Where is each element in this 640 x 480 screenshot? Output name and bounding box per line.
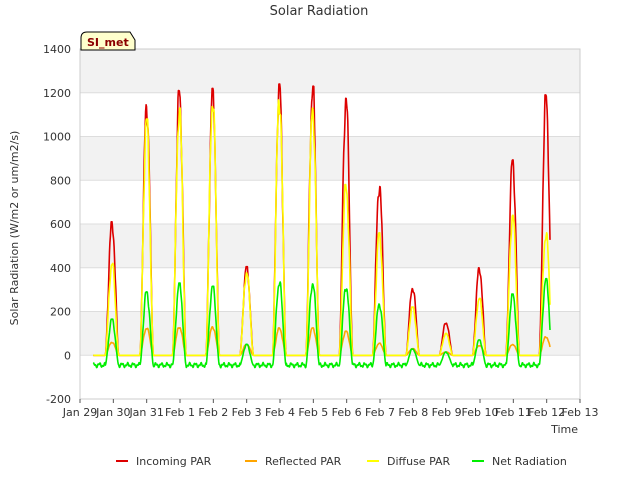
- station-badge: SI_met: [80, 31, 136, 51]
- y-tick-label: 0: [64, 349, 71, 362]
- legend-item: Net Radiation: [472, 455, 567, 468]
- legend-label: Incoming PAR: [136, 455, 212, 468]
- legend-label: Net Radiation: [492, 455, 567, 468]
- legend-label: Reflected PAR: [265, 455, 342, 468]
- solar-radiation-chart: -2000200400600800100012001400 Jan 29Jan …: [8, 4, 599, 468]
- x-tick-label: Feb 5: [298, 406, 328, 419]
- x-tick-label: Feb 11: [495, 406, 532, 419]
- x-tick-label: Feb 13: [562, 406, 599, 419]
- x-tick-label: Feb 9: [432, 406, 462, 419]
- y-axis-label: Solar Radiation (W/m2 or um/m2/s): [8, 131, 21, 326]
- x-tick-label: Feb 12: [528, 406, 565, 419]
- legend-item: Diffuse PAR: [367, 455, 451, 468]
- y-tick-label: 1000: [43, 131, 71, 144]
- plot-band: [80, 49, 580, 93]
- plot-band: [80, 136, 580, 181]
- legend: Incoming PAR Reflected PAR Diffuse PAR Net …: [116, 455, 567, 468]
- x-tick-label: Feb 10: [462, 406, 499, 419]
- x-tick-label: Feb 8: [398, 406, 428, 419]
- x-tick-label: Jan 30: [95, 406, 130, 419]
- legend-label: Diffuse PAR: [387, 455, 451, 468]
- legend-item: Reflected PAR: [245, 455, 342, 468]
- chart-title: Solar Radiation: [270, 4, 369, 19]
- x-tick-label: Feb 2: [198, 406, 228, 419]
- legend-item: Incoming PAR: [116, 455, 212, 468]
- y-tick-label: -200: [46, 393, 71, 406]
- x-tick-label: Feb 1: [165, 406, 195, 419]
- y-tick-label: 400: [50, 262, 71, 275]
- y-axis-ticks: -200 0 200 400 600 800 1000 1200 1400: [43, 43, 71, 406]
- station-badge-label: SI_met: [87, 36, 129, 49]
- y-tick-label: 800: [50, 174, 71, 187]
- y-tick-label: 600: [50, 218, 71, 231]
- plot-band: [80, 224, 580, 268]
- plot-band: [80, 311, 580, 356]
- y-tick-label: 200: [50, 306, 71, 319]
- x-axis-label: Time: [550, 423, 578, 436]
- y-tick-label: 1400: [43, 43, 71, 56]
- plot-bands: [80, 49, 580, 356]
- x-axis-ticks: Jan 29Jan 30Jan 31 Feb 1 Feb 2 Feb 3 Feb 4 Fe…: [62, 399, 599, 419]
- x-tick-label: Jan 31: [128, 406, 163, 419]
- x-tick-label: Jan 29: [62, 406, 97, 419]
- x-tick-label: Feb 3: [232, 406, 262, 419]
- x-tick-label: Feb 6: [332, 406, 362, 419]
- x-tick-label: Feb 4: [265, 406, 295, 419]
- y-tick-label: 1200: [43, 87, 71, 100]
- x-tick-label: Feb 7: [365, 406, 395, 419]
